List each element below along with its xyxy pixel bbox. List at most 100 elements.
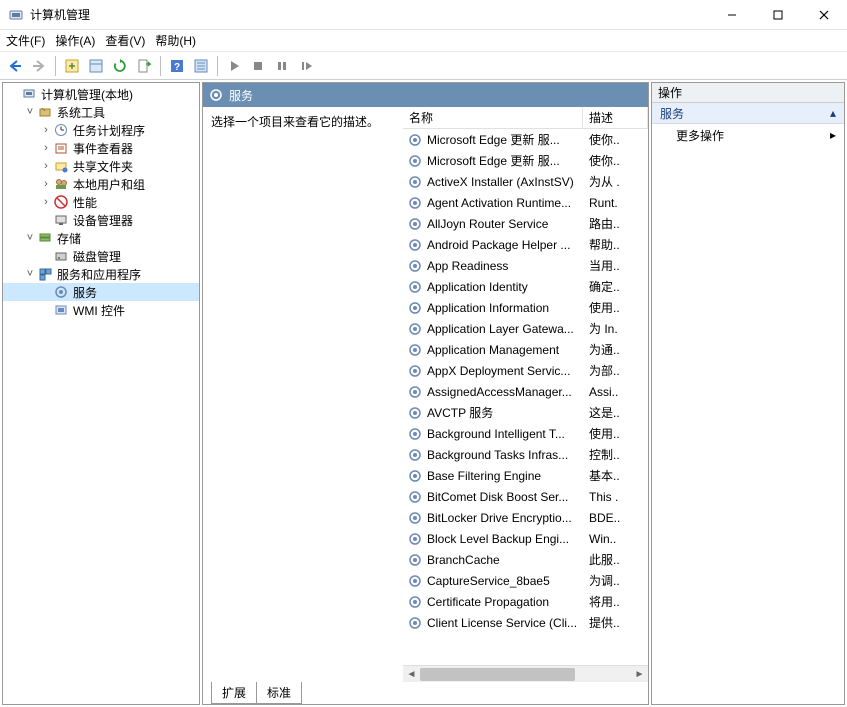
restart-service-button[interactable] [295, 55, 317, 77]
tree-node-label: 服务和应用程序 [57, 266, 141, 283]
tree-shared-folders[interactable]: › 共享文件夹 [3, 157, 199, 175]
service-name: BitLocker Drive Encryptio... [427, 511, 587, 525]
service-row[interactable]: Agent Activation Runtime...Runt. [403, 192, 648, 213]
service-name: Base Filtering Engine [427, 469, 587, 483]
tree-device-manager[interactable]: 设备管理器 [3, 211, 199, 229]
service-row[interactable]: Client License Service (Cli...提供.. [403, 612, 648, 633]
service-description: 当用.. [587, 257, 648, 274]
tab-standard[interactable]: 标准 [257, 682, 302, 704]
service-row[interactable]: BitLocker Drive Encryptio...BDE.. [403, 507, 648, 528]
service-row[interactable]: ActiveX Installer (AxInstSV)为从 . [403, 171, 648, 192]
service-row[interactable]: App Readiness当用.. [403, 255, 648, 276]
service-row[interactable]: BitComet Disk Boost Ser...This . [403, 486, 648, 507]
expand-collapse-icon[interactable]: › [39, 196, 53, 208]
gear-icon [407, 426, 423, 442]
service-name: App Readiness [427, 259, 587, 273]
actions-section-label: 服务 [660, 105, 684, 122]
service-name: Microsoft Edge 更新 服... [427, 131, 587, 148]
expand-collapse-icon[interactable]: ˅ [23, 268, 37, 280]
service-name: Client License Service (Cli... [427, 616, 587, 630]
tree-performance[interactable]: ›性能 [3, 193, 199, 211]
expand-collapse-icon[interactable]: › [39, 142, 53, 154]
tree-wmi-control[interactable]: WMI 控件 [3, 301, 199, 319]
service-description: 为调.. [587, 572, 648, 589]
scroll-right-arrow[interactable]: ► [631, 666, 648, 683]
expand-collapse-icon[interactable]: › [39, 178, 53, 190]
service-row[interactable]: Application Layer Gatewa...为 In. [403, 318, 648, 339]
service-row[interactable]: Base Filtering Engine基本.. [403, 465, 648, 486]
menu-file[interactable]: 文件(F) [6, 32, 45, 49]
start-service-button[interactable] [223, 55, 245, 77]
navigation-tree[interactable]: 计算机管理(本地)˅系统工具›任务计划程序›事件查看器›共享文件夹›本地用户和组… [2, 82, 200, 705]
service-row[interactable]: Background Intelligent T...使用.. [403, 423, 648, 444]
service-row[interactable]: Certificate Propagation将用.. [403, 591, 648, 612]
service-row[interactable]: Application Management为通.. [403, 339, 648, 360]
services-list[interactable]: Microsoft Edge 更新 服...使你..Microsoft Edge… [403, 129, 648, 665]
service-name: CaptureService_8bae5 [427, 574, 587, 588]
expand-collapse-icon[interactable]: ˅ [23, 106, 37, 118]
stop-service-button[interactable] [247, 55, 269, 77]
back-button[interactable] [4, 55, 26, 77]
properties-button[interactable] [85, 55, 107, 77]
service-row[interactable]: AppX Deployment Servic...为部.. [403, 360, 648, 381]
menu-action[interactable]: 操作(A) [55, 32, 95, 49]
show-hide-tree-button[interactable] [61, 55, 83, 77]
scroll-thumb[interactable] [420, 668, 575, 681]
horizontal-scrollbar[interactable]: ◄ ► [403, 665, 648, 682]
expand-collapse-icon[interactable]: ˅ [23, 232, 37, 244]
tree-root[interactable]: 计算机管理(本地) [3, 85, 199, 103]
service-row[interactable]: Android Package Helper ...帮助.. [403, 234, 648, 255]
actions-pane: 操作 服务 ▴ 更多操作 ▸ [651, 82, 845, 705]
service-name: Application Management [427, 343, 587, 357]
service-row[interactable]: Application Identity确定.. [403, 276, 648, 297]
service-row[interactable]: Application Information使用.. [403, 297, 648, 318]
actions-section[interactable]: 服务 ▴ [652, 103, 844, 124]
service-row[interactable]: AVCTP 服务这是.. [403, 402, 648, 423]
column-name[interactable]: 名称 [403, 107, 583, 128]
tree-local-users[interactable]: › 本地用户和组 [3, 175, 199, 193]
refresh-button[interactable] [109, 55, 131, 77]
gear-icon [407, 153, 423, 169]
tree-storage[interactable]: ˅存储 [3, 229, 199, 247]
action-more[interactable]: 更多操作 ▸ [652, 124, 844, 146]
forward-button[interactable] [28, 55, 50, 77]
help-button[interactable]: ? [166, 55, 188, 77]
service-row[interactable]: CaptureService_8bae5为调.. [403, 570, 648, 591]
tab-extended[interactable]: 扩展 [211, 682, 257, 704]
tree-node-label: 本地用户和组 [73, 176, 145, 193]
export-button[interactable] [133, 55, 155, 77]
service-name: Application Information [427, 301, 587, 315]
maximize-button[interactable] [755, 0, 801, 30]
expand-collapse-icon[interactable]: › [39, 160, 53, 172]
tree-node-icon [53, 194, 69, 210]
pause-service-button[interactable] [271, 55, 293, 77]
service-row[interactable]: AssignedAccessManager...Assi.. [403, 381, 648, 402]
tree-event-viewer[interactable]: ›事件查看器 [3, 139, 199, 157]
tree-system-tools[interactable]: ˅系统工具 [3, 103, 199, 121]
service-row[interactable]: BranchCache此服.. [403, 549, 648, 570]
tree-services[interactable]: 服务 [3, 283, 199, 301]
service-row[interactable]: Block Level Backup Engi...Win.. [403, 528, 648, 549]
service-row[interactable]: Microsoft Edge 更新 服...使你.. [403, 129, 648, 150]
service-name: AssignedAccessManager... [427, 385, 587, 399]
column-headers[interactable]: 名称 描述 [403, 107, 648, 129]
tree-services-apps[interactable]: ˅ 服务和应用程序 [3, 265, 199, 283]
gear-icon [407, 489, 423, 505]
tree-task-scheduler[interactable]: ›任务计划程序 [3, 121, 199, 139]
service-row[interactable]: Background Tasks Infras...控制.. [403, 444, 648, 465]
menu-view[interactable]: 查看(V) [105, 32, 145, 49]
scroll-track[interactable] [420, 666, 631, 683]
expand-collapse-icon[interactable]: › [39, 124, 53, 136]
service-description: 帮助.. [587, 236, 648, 253]
tree-node-icon [53, 284, 69, 300]
minimize-button[interactable] [709, 0, 755, 30]
tree-disk-management[interactable]: 磁盘管理 [3, 247, 199, 265]
service-row[interactable]: AllJoyn Router Service路由.. [403, 213, 648, 234]
tree-node-label: 共享文件夹 [73, 158, 133, 175]
list-view-button[interactable] [190, 55, 212, 77]
column-description[interactable]: 描述 [583, 107, 648, 128]
service-row[interactable]: Microsoft Edge 更新 服...使你.. [403, 150, 648, 171]
close-button[interactable] [801, 0, 847, 30]
menu-help[interactable]: 帮助(H) [155, 32, 196, 49]
scroll-left-arrow[interactable]: ◄ [403, 666, 420, 683]
